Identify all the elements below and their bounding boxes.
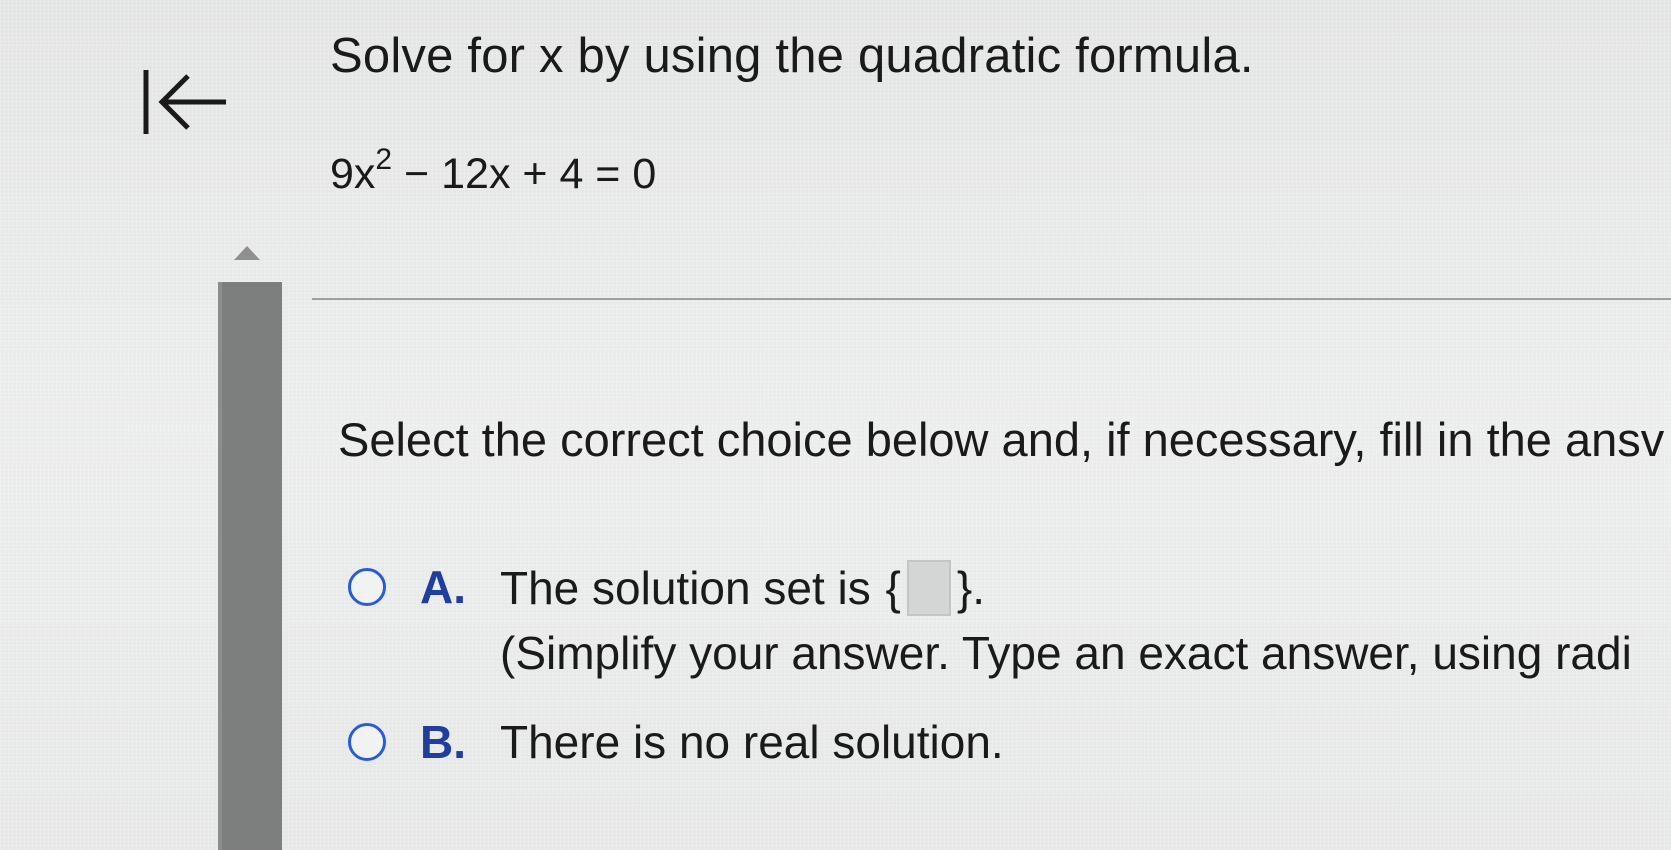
radio-choice-b[interactable] [348, 723, 386, 761]
choice-a-letter: A. [420, 561, 466, 613]
screen: Solve for x by using the quadratic formu… [0, 0, 1671, 850]
choice-a-text-row: The solution set is {}. [500, 560, 987, 616]
equation-lead: 9x [330, 150, 376, 198]
instruction-text: Select the correct choice below and, if … [338, 413, 1665, 466]
choice-b-letter: B. [420, 716, 466, 768]
divider [312, 298, 1671, 300]
close-brace: }. [956, 562, 986, 614]
equation-rest: − 12x + 4 = 0 [392, 150, 657, 198]
equation-exponent: 2 [375, 142, 393, 176]
open-brace: { [885, 562, 901, 614]
equation: 9x2 − 12x + 4 = 0 [330, 144, 657, 199]
question-title: Solve for x by using the quadratic formu… [330, 29, 1254, 83]
choice-a-hint: (Simplify your answer. Type an exact ans… [500, 627, 1632, 679]
first-page-arrow-icon[interactable] [140, 62, 230, 142]
radio-choice-a[interactable] [348, 568, 386, 606]
scrollbar-thumb[interactable] [218, 282, 282, 850]
choice-b-text: There is no real solution. [500, 716, 1004, 768]
choice-a-text: The solution set is [500, 562, 884, 614]
answer-input[interactable] [906, 560, 951, 616]
triangle-up-icon[interactable] [234, 246, 260, 260]
